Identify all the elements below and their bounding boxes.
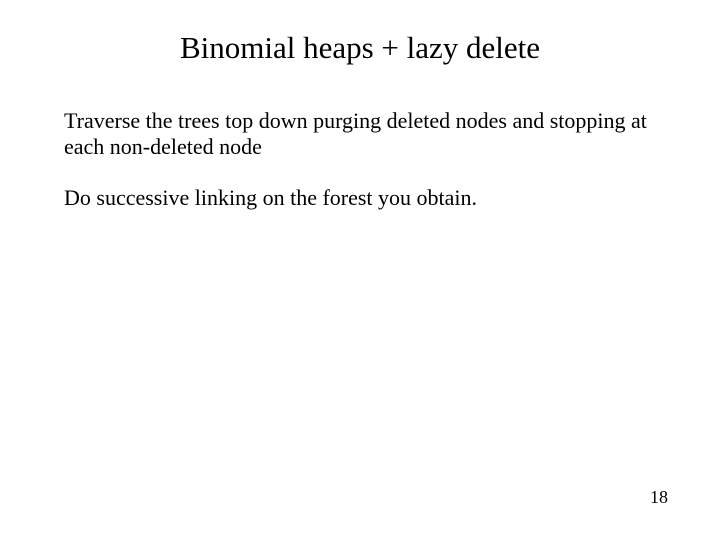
paragraph-2: Do successive linking on the forest you … <box>64 185 656 211</box>
page-title: Binomial heaps + lazy delete <box>0 0 720 66</box>
paragraph-1: Traverse the trees top down purging dele… <box>64 108 656 161</box>
body-content: Traverse the trees top down purging dele… <box>0 66 720 211</box>
page-number: 18 <box>650 487 668 508</box>
